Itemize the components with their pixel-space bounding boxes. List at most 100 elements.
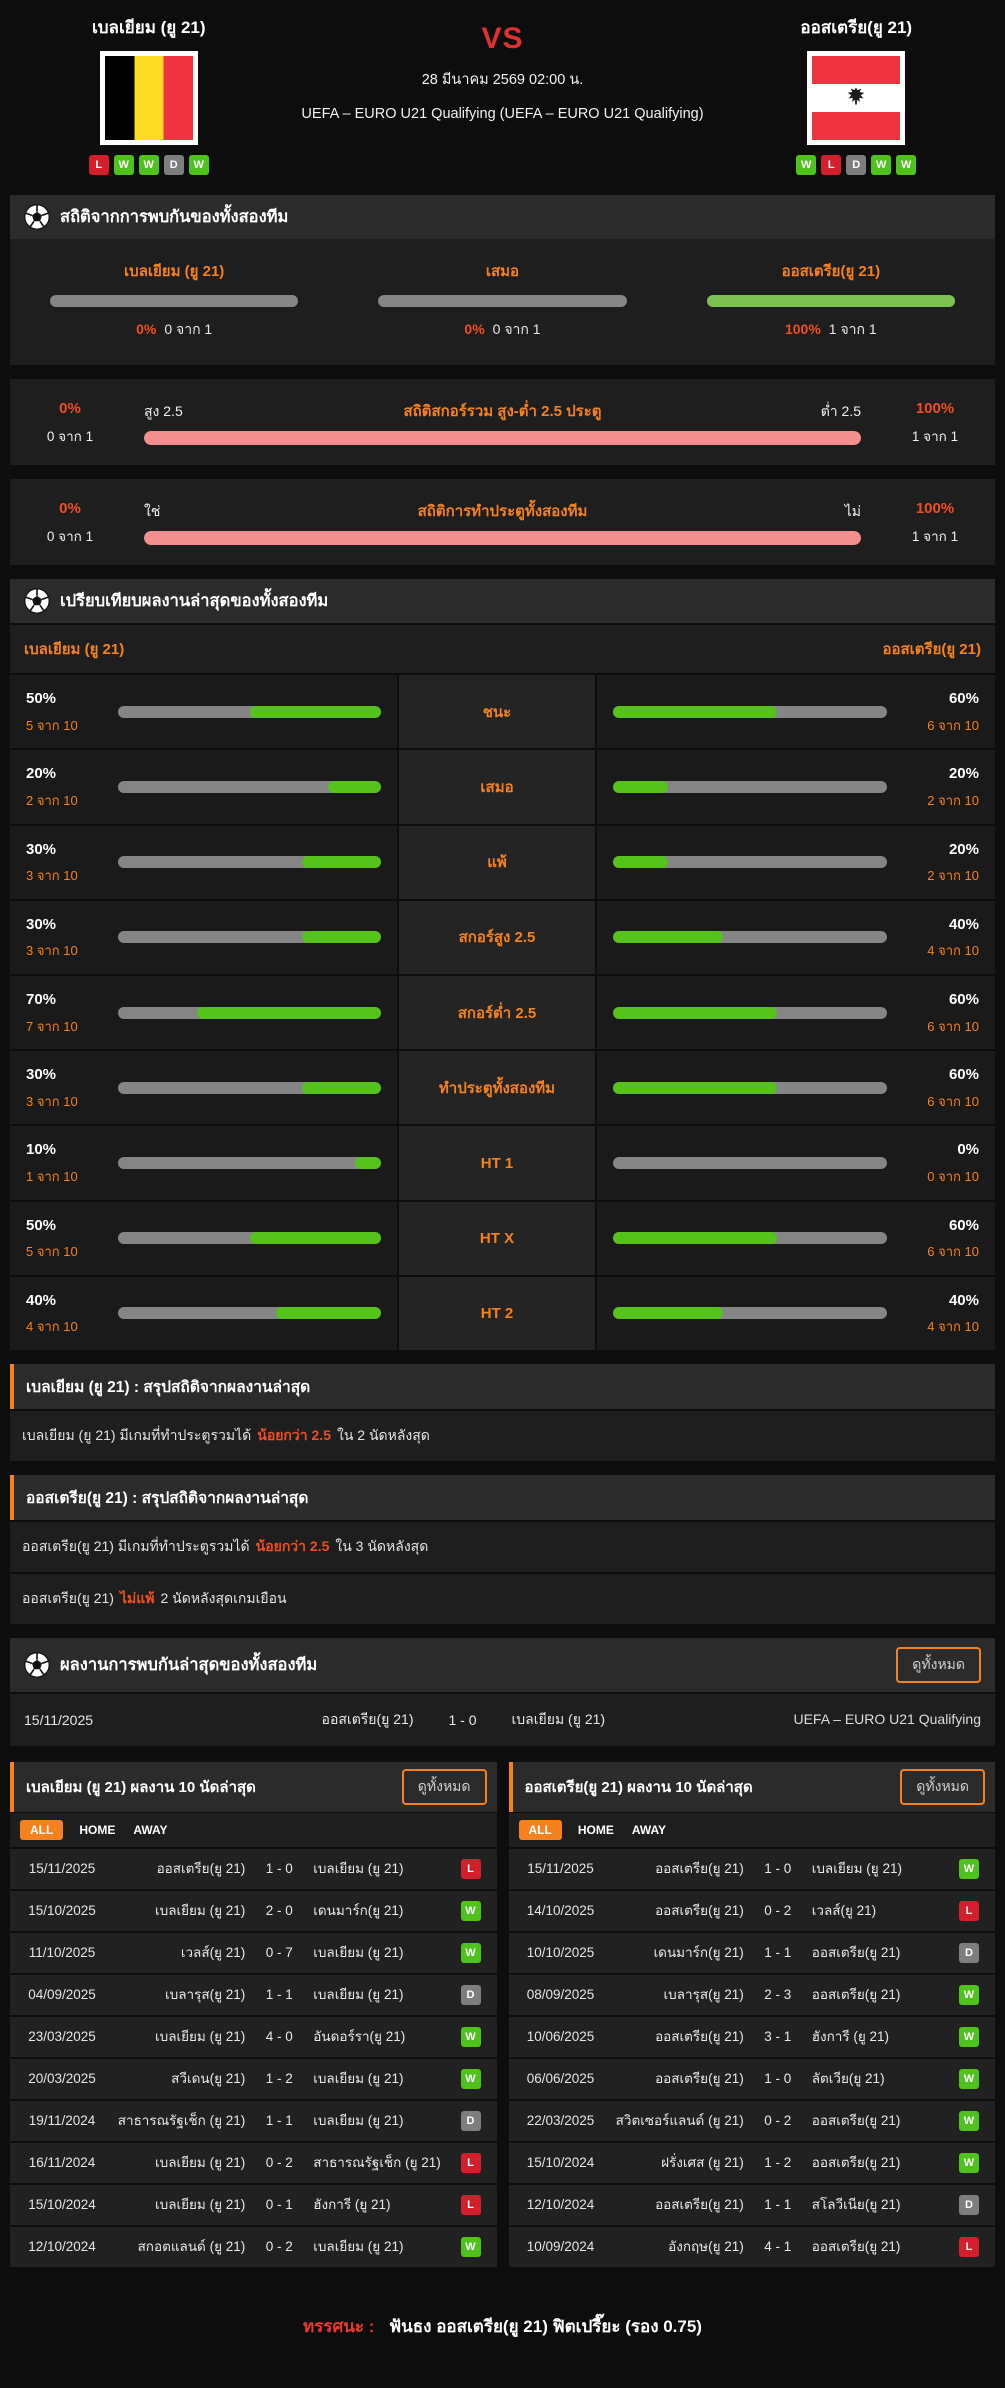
match-row[interactable]: 10/09/2024 อังกฤษ(ยู 21) 4 - 1 ออสเตรีย(…: [509, 2227, 996, 2267]
btts-title: สถิติการทำประตูทั้งสองทีม: [418, 499, 588, 523]
btts-bar-area: ใช่ สถิติการทำประตูทั้งสองทีม ไม่: [130, 499, 875, 545]
match-home-team: เบลเยียม (ยู 21): [108, 2195, 253, 2215]
comparison-right-stat: 0% 0 จาก 10: [901, 1136, 979, 1189]
match-date: 04/09/2025: [16, 1987, 108, 2002]
form-result-badge: W: [871, 155, 891, 175]
comparison-away-name: ออสเตรีย(ยู 21): [882, 637, 981, 661]
match-away-team: เวลส์(ยู 21): [804, 1901, 949, 1921]
comparison-left-bar: [118, 1082, 381, 1094]
h2h-stats-title: สถิติจากการพบกันของทั้งสองทีม: [60, 204, 288, 230]
match-home-team: เบลารุส(ยู 21): [108, 1985, 253, 2005]
match-date: 12/10/2024: [16, 2239, 108, 2254]
match-row[interactable]: 20/03/2025 สวีเดน(ยู 21) 1 - 2 เบลเยียม …: [10, 2059, 497, 2099]
match-away-team: เบลเยียม (ยู 21): [305, 1859, 450, 1879]
match-away-team: อันดอร์รา(ยู 21): [305, 2027, 450, 2047]
btts-no-label: ไม่: [587, 501, 861, 523]
tab-all[interactable]: ALL: [519, 1820, 562, 1840]
comparison-metric-label: HT X: [399, 1202, 595, 1275]
match-row[interactable]: 23/03/2025 เบลเยียม (ยู 21) 4 - 0 อันดอร…: [10, 2017, 497, 2057]
match-row[interactable]: 15/10/2024 เบลเยียม (ยู 21) 0 - 1 ฮังการ…: [10, 2185, 497, 2225]
comparison-left-stat: 70% 7 จาก 10: [26, 986, 104, 1039]
comparison-left-stat: 40% 4 จาก 10: [26, 1287, 104, 1340]
match-home-team: เบลเยียม (ยู 21): [108, 1901, 253, 1921]
h2h-match-row[interactable]: 15/11/2025 ออสเตรีย(ยู 21) 1 - 0 เบลเยีย…: [10, 1694, 995, 1746]
match-score: 4 - 1: [752, 2239, 804, 2254]
match-home-team: ออสเตรีย(ยู 21): [108, 1859, 253, 1879]
match-score: 3 - 1: [752, 2029, 804, 2044]
match-row[interactable]: 22/03/2025 สวิตเซอร์แลนด์ (ยู 21) 0 - 2 …: [509, 2101, 996, 2141]
match-row[interactable]: 06/06/2025 ออสเตรีย(ยู 21) 1 - 0 ลัตเวีย…: [509, 2059, 996, 2099]
comparison-metric-label: ทำประตูทั้งสองทีม: [399, 1051, 595, 1124]
form-result-badge: W: [896, 155, 916, 175]
comparison-row: 40% 4 จาก 10 HT 2 40% 4 จาก 10: [10, 1277, 995, 1350]
tab-away[interactable]: AWAY: [131, 1820, 169, 1840]
match-date: 11/10/2025: [16, 1945, 108, 1960]
form-result-badge: L: [821, 155, 841, 175]
home-recent-view-all-button[interactable]: ดูทั้งหมด: [402, 1769, 487, 1805]
match-home-team: เบลารุส(ยู 21): [607, 1985, 752, 2005]
away-recent-view-all-button[interactable]: ดูทั้งหมด: [900, 1769, 985, 1805]
match-row[interactable]: 10/10/2025 เดนมาร์ก(ยู 21) 1 - 1 ออสเตรี…: [509, 1933, 996, 1973]
match-row[interactable]: 16/11/2024 เบลเยียม (ยู 21) 0 - 2 สาธารณ…: [10, 2143, 497, 2183]
match-score: 4 - 0: [253, 2029, 305, 2044]
over-under-bar: [144, 431, 861, 445]
comparison-left-bar: [118, 856, 381, 868]
tab-home[interactable]: HOME: [576, 1820, 616, 1840]
match-row[interactable]: 15/10/2024 ฝรั่งเศส (ยู 21) 1 - 2 ออสเตร…: [509, 2143, 996, 2183]
h2h-stats-body: เบลเยียม (ยู 21) 0%0 จาก 1 เสมอ 0%0 จาก …: [10, 239, 995, 365]
match-score: 0 - 2: [752, 2113, 804, 2128]
h2h-draw-stat: 0%0 จาก 1: [464, 319, 540, 341]
match-home-team: เบลเยียม (ยู 21): [108, 2027, 253, 2047]
match-home-team: ออสเตรีย(ยู 21): [607, 2027, 752, 2047]
h2h-results-section: ผลงานการพบกันล่าสุดของทั้งสองทีม ดูทั้งห…: [10, 1638, 995, 1746]
comparison-right-stat: 40% 4 จาก 10: [901, 1287, 979, 1340]
comparison-right-cell: 0% 0 จาก 10: [597, 1126, 995, 1199]
result-badge: W: [461, 2069, 481, 2089]
h2h-view-all-button[interactable]: ดูทั้งหมด: [896, 1647, 981, 1683]
comparison-left-cell: 70% 7 จาก 10: [10, 976, 397, 1049]
btts-row: 0%0 จาก 1 ใช่ สถิติการทำประตูทั้งสองทีม …: [10, 479, 995, 565]
match-away-team: เบลเยียม (ยู 21): [305, 1943, 450, 1963]
home-form-row: LWWDW: [89, 155, 209, 175]
match-date: 14/10/2025: [515, 1903, 607, 1918]
comparison-right-stat: 60% 6 จาก 10: [901, 685, 979, 738]
match-row[interactable]: 15/11/2025 ออสเตรีย(ยู 21) 1 - 0 เบลเยีย…: [509, 1849, 996, 1889]
match-row[interactable]: 12/10/2024 สกอตแลนด์ (ยู 21) 0 - 2 เบลเย…: [10, 2227, 497, 2267]
comparison-metric-label: เสมอ: [399, 750, 595, 823]
away-summary-title: ออสเตรีย(ยู 21) : สรุปสถิติจากผลงานล่าสุ…: [10, 1475, 995, 1520]
match-row[interactable]: 14/10/2025 ออสเตรีย(ยู 21) 0 - 2 เวลส์(ย…: [509, 1891, 996, 1931]
match-row[interactable]: 19/11/2024 สาธารณรัฐเช็ก (ยู 21) 1 - 1 เ…: [10, 2101, 497, 2141]
comparison-row: 70% 7 จาก 10 สกอร์ต่ำ 2.5 60% 6 จาก 10: [10, 976, 995, 1049]
h2h-results-rows: 15/11/2025 ออสเตรีย(ยู 21) 1 - 0 เบลเยีย…: [10, 1694, 995, 1746]
match-date: 15/10/2025: [16, 1903, 108, 1918]
match-away-team: สาธารณรัฐเช็ก (ยู 21): [305, 2153, 450, 2173]
match-home-team: เบลเยียม (ยู 21): [108, 2153, 253, 2173]
away-recent-table: ออสเตรีย(ยู 21) ผลงาน 10 นัดล่าสุด ดูทั้…: [509, 1762, 996, 2267]
comparison-right-bar: [613, 706, 887, 718]
match-row[interactable]: 15/10/2025 เบลเยียม (ยู 21) 2 - 0 เดนมาร…: [10, 1891, 497, 1931]
tab-home[interactable]: HOME: [77, 1820, 117, 1840]
comparison-row: 50% 5 จาก 10 HT X 60% 6 จาก 10: [10, 1202, 995, 1275]
match-row[interactable]: 08/09/2025 เบลารุส(ยู 21) 2 - 3 ออสเตรีย…: [509, 1975, 996, 2015]
comparison-right-stat: 20% 2 จาก 10: [901, 760, 979, 813]
comparison-metric-label: HT 1: [399, 1126, 595, 1199]
comparison-left-cell: 30% 3 จาก 10: [10, 826, 397, 899]
match-row[interactable]: 04/09/2025 เบลารุส(ยู 21) 1 - 1 เบลเยียม…: [10, 1975, 497, 2015]
home-recent-title: เบลเยียม (ยู 21) ผลงาน 10 นัดล่าสุด: [26, 1775, 256, 1799]
match-away-team: เบลเยียม (ยู 21): [305, 2237, 450, 2257]
comparison-right-bar: [613, 781, 887, 793]
home-team-name: เบลเยียม (ยู 21): [92, 14, 206, 41]
tab-away[interactable]: AWAY: [630, 1820, 668, 1840]
match-date: 23/03/2025: [16, 2029, 108, 2044]
match-score: 0 - 2: [253, 2239, 305, 2254]
match-row[interactable]: 15/11/2025 ออสเตรีย(ยู 21) 1 - 0 เบลเยีย…: [10, 1849, 497, 1889]
match-row[interactable]: 10/06/2025 ออสเตรีย(ยู 21) 3 - 1 ฮังการี…: [509, 2017, 996, 2057]
tab-all[interactable]: ALL: [20, 1820, 63, 1840]
match-date: 19/11/2024: [16, 2113, 108, 2128]
match-away-team: เบลเยียม (ยู 21): [305, 2111, 450, 2131]
match-score: 2 - 0: [253, 1903, 305, 1918]
comparison-row: 10% 1 จาก 10 HT 1 0% 0 จาก 10: [10, 1126, 995, 1199]
match-row[interactable]: 12/10/2024 ออสเตรีย(ยู 21) 1 - 1 สโลวีเน…: [509, 2185, 996, 2225]
match-row[interactable]: 11/10/2025 เวลส์(ยู 21) 0 - 7 เบลเยียม (…: [10, 1933, 497, 1973]
match-score: 1 - 2: [752, 2155, 804, 2170]
